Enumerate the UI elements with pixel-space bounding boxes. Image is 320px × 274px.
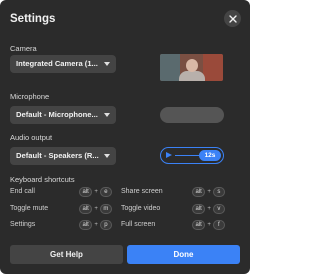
shortcut-keys: alt + m <box>79 204 112 214</box>
camera-preview <box>160 54 223 81</box>
chevron-down-icon <box>104 154 110 158</box>
camera-label: Camera <box>10 44 37 53</box>
play-icon <box>166 152 172 158</box>
key-badge: s <box>212 187 225 197</box>
microphone-label: Microphone <box>10 92 50 101</box>
key-badge: alt <box>192 187 206 197</box>
key-badge: alt <box>192 220 206 230</box>
test-audio-button[interactable]: 12s <box>160 147 224 164</box>
shortcut-label: Toggle video <box>121 205 161 212</box>
dialog-title: Settings <box>10 13 56 25</box>
audio-output-select[interactable]: Default - Speakers (R... <box>10 147 116 165</box>
shortcut-label: Settings <box>10 221 36 228</box>
key-badge: p <box>99 220 112 230</box>
key-badge: alt <box>192 204 206 214</box>
key-badge: alt <box>79 187 93 197</box>
shortcut-keys: alt + e <box>79 187 112 197</box>
camera-select[interactable]: Integrated Camera (1... <box>10 55 116 73</box>
key-badge: alt <box>79 220 93 230</box>
shortcut-label: Full screen <box>121 221 156 228</box>
close-button[interactable] <box>224 10 241 27</box>
key-badge: alt <box>79 204 93 214</box>
audio-output-select-value: Default - Speakers (R... <box>16 151 99 160</box>
microphone-select-value: Default - Microphone... <box>16 110 98 119</box>
shortcut-keys: alt + s <box>192 187 225 197</box>
key-badge: f <box>212 220 225 230</box>
microphone-select[interactable]: Default - Microphone... <box>10 106 116 124</box>
close-icon <box>228 14 237 23</box>
shortcut-keys: alt + v <box>192 204 225 214</box>
shortcut-label: Share screen <box>121 188 163 195</box>
camera-select-value: Integrated Camera (1... <box>16 59 98 68</box>
shortcut-label: End call <box>10 188 35 195</box>
get-help-button[interactable]: Get Help <box>10 245 123 264</box>
shortcut-label: Toggle mute <box>10 205 49 212</box>
shortcuts-heading: Keyboard shortcuts <box>10 175 75 184</box>
key-badge: v <box>212 204 225 214</box>
done-button[interactable]: Done <box>127 245 240 264</box>
chevron-down-icon <box>104 113 110 117</box>
chevron-down-icon <box>104 62 110 66</box>
microphone-level-meter <box>160 107 224 123</box>
settings-dialog: Settings Camera Integrated Camera (1... … <box>0 0 250 274</box>
shortcut-keys: alt + f <box>192 220 225 230</box>
audio-duration-badge: 12s <box>199 149 221 161</box>
audio-output-label: Audio output <box>10 133 53 142</box>
key-badge: m <box>99 204 112 214</box>
key-badge: e <box>99 187 112 197</box>
shortcut-keys: alt + p <box>79 220 112 230</box>
